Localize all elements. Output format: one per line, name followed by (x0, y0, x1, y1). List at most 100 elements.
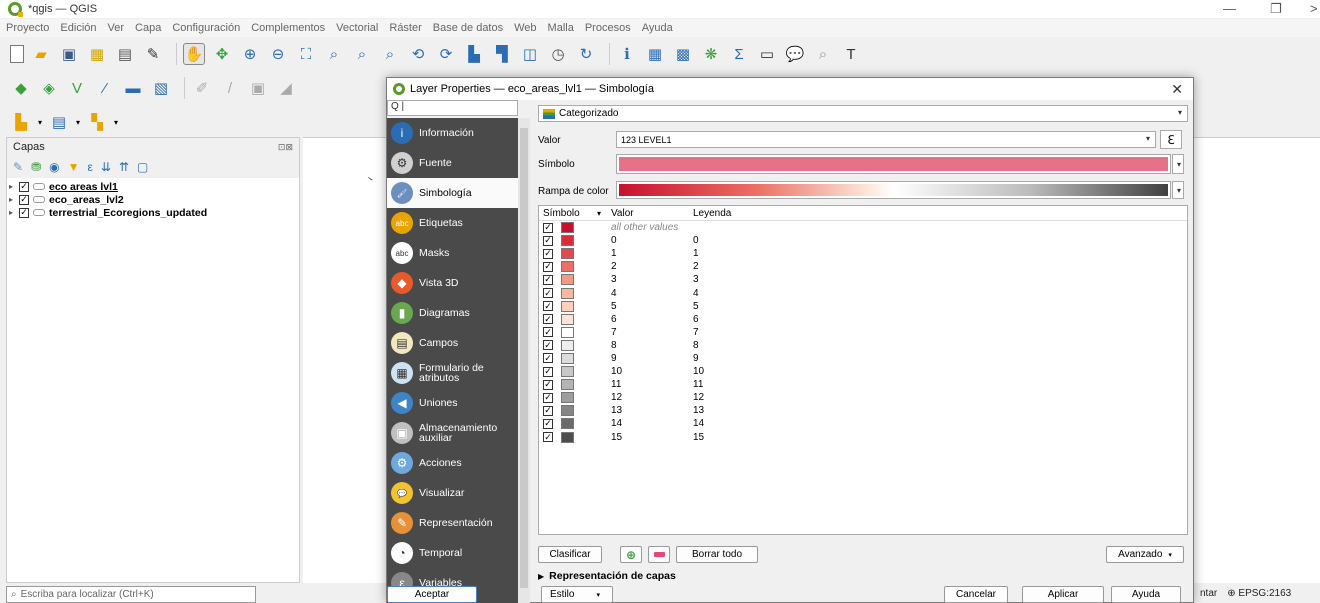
delete-all-button[interactable]: Borrar todo (676, 546, 758, 563)
menu-item-3[interactable]: Capa (135, 22, 161, 34)
menu-item-7[interactable]: Ráster (389, 22, 421, 34)
save-edits-icon[interactable]: ▣ (247, 77, 269, 99)
category-swatch[interactable] (561, 235, 574, 247)
category-row[interactable]: ✓ 0 0 (539, 234, 1187, 247)
filter-expression-icon[interactable]: ε (88, 160, 93, 174)
add-group-icon[interactable]: ⛃ (31, 160, 41, 174)
category-row[interactable]: ✓ 9 9 (539, 352, 1187, 365)
category-value[interactable]: 0 (611, 235, 693, 246)
category-row[interactable]: ✓ 5 5 (539, 300, 1187, 313)
identify-icon[interactable]: ℹ (616, 43, 638, 65)
panel-float-close-icon[interactable]: ⊡⊠ (278, 142, 293, 153)
add-vector-icon[interactable]: V (66, 77, 88, 99)
menu-item-10[interactable]: Malla (548, 22, 574, 34)
render-toggle[interactable]: ntar (1200, 588, 1217, 599)
category-value[interactable]: 10 (611, 366, 693, 377)
category-swatch[interactable] (561, 287, 574, 299)
category-row[interactable]: ✓ 14 14 (539, 417, 1187, 430)
category-value[interactable]: 15 (611, 432, 693, 443)
menu-item-6[interactable]: Vectorial (336, 22, 378, 34)
nav-item-temporal[interactable]: ◔ Temporal (387, 538, 518, 568)
category-legend[interactable]: 9 (693, 353, 893, 364)
style-menu-button[interactable]: Estilo ▾ (541, 586, 613, 603)
category-swatch[interactable] (561, 274, 574, 286)
header-value[interactable]: Valor (611, 208, 693, 219)
category-checkbox[interactable]: ✓ (543, 379, 553, 390)
nav-item-actions[interactable]: ⚙ Acciones (387, 448, 518, 478)
category-swatch[interactable] (561, 300, 574, 312)
category-value[interactable]: 1 (611, 248, 693, 259)
dialog-close-icon[interactable]: ✕ (1171, 81, 1183, 98)
category-swatch[interactable] (561, 392, 574, 404)
nav-item-source[interactable]: ⚙ Fuente (387, 148, 518, 178)
category-value[interactable]: 13 (611, 405, 693, 416)
zoom-last-icon[interactable]: ⟲ (407, 43, 429, 65)
menu-item-11[interactable]: Procesos (585, 22, 631, 34)
locator-search-input[interactable]: ⌕ Escriba para localizar (Ctrl+K) (6, 586, 256, 603)
category-row[interactable]: ✓ 11 11 (539, 378, 1187, 391)
category-swatch[interactable] (561, 418, 574, 430)
filter-legend-icon[interactable]: ▼ (68, 160, 80, 174)
menu-item-2[interactable]: Ver (108, 22, 125, 34)
category-row[interactable]: ✓ 1 1 (539, 247, 1187, 260)
field-calculator-icon[interactable]: ▩ (672, 43, 694, 65)
category-legend[interactable]: 6 (693, 314, 893, 325)
category-value[interactable]: 14 (611, 418, 693, 429)
open-project-icon[interactable]: ▰ (30, 43, 52, 65)
category-value[interactable]: 11 (611, 379, 693, 390)
category-swatch[interactable] (561, 352, 574, 364)
category-value[interactable]: 6 (611, 314, 693, 325)
nav-item-labels[interactable]: abc Etiquetas (387, 208, 518, 238)
category-swatch[interactable] (561, 248, 574, 260)
collapse-all-icon[interactable]: ⇈ (119, 160, 129, 174)
category-legend[interactable]: 12 (693, 392, 893, 403)
category-swatch[interactable] (561, 222, 574, 234)
measure-icon[interactable]: ▭ (756, 43, 778, 65)
layer-visibility-checkbox[interactable]: ✓ (19, 194, 29, 205)
print-layout-icon[interactable]: ▤ (114, 43, 136, 65)
category-legend[interactable]: 5 (693, 301, 893, 312)
menu-item-12[interactable]: Ayuda (642, 22, 673, 34)
new-layer-icon[interactable]: ◈ (38, 77, 60, 99)
text-annotation-icon[interactable]: T (840, 43, 862, 65)
style-layer-icon[interactable]: ✎ (13, 160, 23, 174)
menu-item-5[interactable]: Complementos (251, 22, 325, 34)
annotation-icon[interactable]: 💬 (784, 43, 806, 65)
category-swatch[interactable] (561, 405, 574, 417)
nav-item-attribute-form[interactable]: ▦ Formulario de atributos (387, 358, 518, 388)
layer-rendering-toggle[interactable]: ▶ Representación de capas (538, 570, 676, 582)
category-checkbox[interactable]: ✓ (543, 340, 553, 351)
apply-button[interactable]: Aplicar (1022, 586, 1104, 603)
zoom-selection-icon[interactable]: ⌕ (323, 43, 345, 65)
advanced-button[interactable]: Avanzado ▾ (1106, 546, 1184, 563)
category-swatch[interactable] (561, 326, 574, 338)
category-legend[interactable]: 14 (693, 418, 893, 429)
category-value[interactable]: 2 (611, 261, 693, 272)
category-row[interactable]: ✓ 7 7 (539, 326, 1187, 339)
add-db-icon[interactable]: ▬ (122, 77, 144, 99)
nav-item-auxiliary-storage[interactable]: ▣ Almacenamiento auxiliar (387, 418, 518, 448)
header-legend[interactable]: Leyenda (693, 208, 893, 219)
cancel-button[interactable]: Cancelar (944, 586, 1008, 603)
header-symbol[interactable]: Símbolo (539, 208, 597, 219)
toggle-edit-icon[interactable]: / (219, 77, 241, 99)
layer-visibility-checkbox[interactable]: ✓ (19, 207, 29, 218)
category-row[interactable]: ✓ 2 2 (539, 260, 1187, 273)
zoom-layer-icon[interactable]: ⌕ (351, 43, 373, 65)
category-legend[interactable]: 11 (693, 379, 893, 390)
add-mesh-icon[interactable]: ▧ (150, 77, 172, 99)
category-value[interactable]: 5 (611, 301, 693, 312)
category-checkbox[interactable]: ✓ (543, 314, 553, 325)
category-value[interactable]: 8 (611, 340, 693, 351)
help-button[interactable]: Ayuda (1111, 586, 1181, 603)
nav-item-joins[interactable]: ◀ Uniones (387, 388, 518, 418)
category-row[interactable]: ✓ 13 13 (539, 404, 1187, 417)
restore-icon[interactable]: ❐ (1270, 1, 1282, 17)
category-checkbox[interactable]: ✓ (543, 222, 553, 233)
layer-item[interactable]: ▸ ✓ terrestrial_Ecoregions_updated (7, 206, 299, 219)
category-legend[interactable]: 7 (693, 327, 893, 338)
category-checkbox[interactable]: ✓ (543, 248, 553, 259)
zoom-in-icon[interactable]: ⊕ (239, 43, 261, 65)
zoom-next-icon[interactable]: ⟳ (435, 43, 457, 65)
menu-item-4[interactable]: Configuración (172, 22, 240, 34)
